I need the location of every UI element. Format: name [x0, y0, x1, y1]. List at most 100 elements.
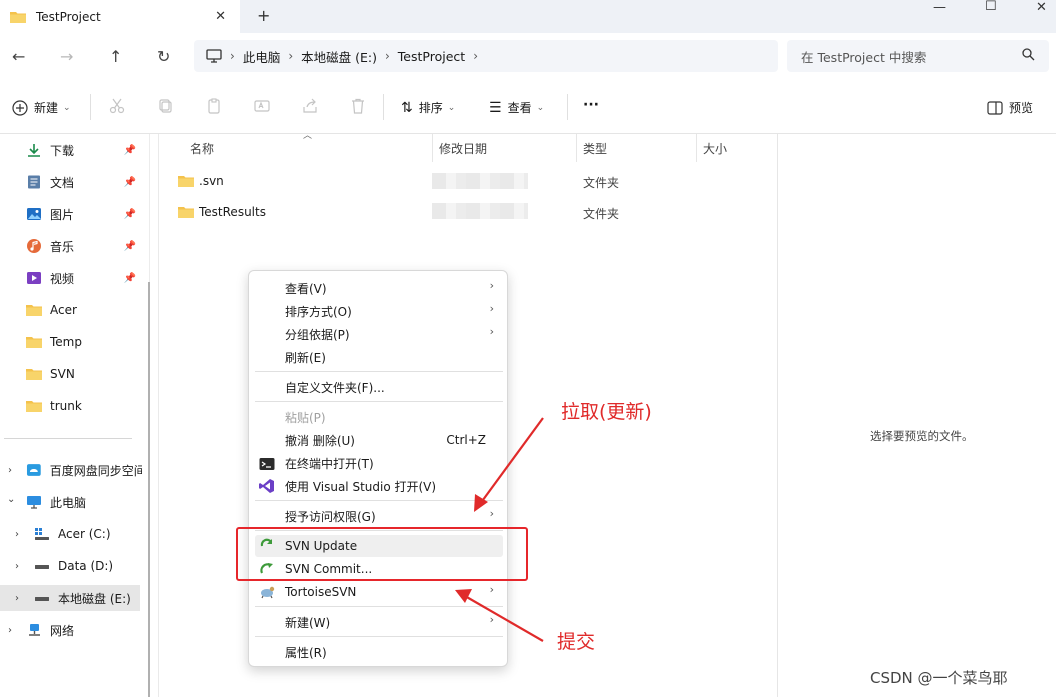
menu-item-refresh[interactable]: 刷新(E) — [285, 348, 326, 366]
sort-button[interactable]: ⇅ 排序 ⌄ — [401, 99, 455, 116]
maximize-icon[interactable]: ☐ — [985, 0, 997, 15]
menu-item-grant-access[interactable]: 授予访问权限(G) — [285, 507, 376, 525]
sidebar-item-downloads[interactable]: 下载 📌 — [0, 137, 142, 163]
column-separator[interactable] — [696, 134, 697, 162]
sidebar-item-drive-d[interactable]: › Data (D:) — [0, 553, 142, 579]
sidebar-item-documents[interactable]: 文档 📌 — [0, 169, 142, 195]
expand-chevron-icon[interactable]: › — [8, 465, 12, 476]
drive-icon — [35, 565, 49, 569]
menu-item-new[interactable]: 新建(W) — [285, 613, 330, 631]
search-placeholder: 在 TestProject 中搜索 — [801, 49, 927, 65]
new-button[interactable]: 新建 ⌄ — [12, 99, 71, 116]
copy-icon[interactable] — [158, 98, 174, 114]
watermark: CSDN @一个菜鸟耶 — [870, 669, 1008, 687]
sidebar-item-label: 下载 — [50, 143, 75, 158]
menu-item-view[interactable]: 查看(V) — [285, 279, 327, 297]
submenu-arrow-icon: › — [489, 613, 494, 626]
share-icon[interactable] — [302, 98, 318, 114]
toolbar-divider — [90, 94, 91, 120]
sidebar-item-trunk[interactable]: trunk — [0, 393, 142, 419]
file-row-testresults[interactable]: TestResults — [178, 199, 266, 225]
new-tab-button[interactable]: + — [257, 6, 270, 25]
expand-chevron-icon[interactable]: › — [15, 529, 19, 540]
preview-pane-button[interactable]: 预览 — [987, 99, 1033, 116]
pin-icon[interactable]: 📌 — [124, 209, 136, 220]
sidebar-item-label: Acer (C:) — [58, 527, 111, 541]
search-input[interactable]: 在 TestProject 中搜索 — [787, 40, 1049, 72]
column-separator[interactable] — [432, 134, 433, 162]
sidebar-item-drive-c[interactable]: › Acer (C:) — [0, 521, 142, 547]
sidebar-item-temp[interactable]: Temp — [0, 329, 142, 355]
menu-divider — [255, 606, 503, 607]
sidebar-item-drive-e[interactable]: › 本地磁盘 (E:) — [0, 585, 140, 611]
expand-chevron-icon[interactable]: › — [8, 625, 12, 636]
tab-testproject[interactable]: TestProject ✕ — [0, 0, 240, 33]
submenu-arrow-icon: › — [489, 583, 494, 596]
annotation-commit: 提交 — [557, 631, 596, 653]
delete-icon[interactable] — [350, 98, 366, 114]
sidebar-item-baidu-sync[interactable]: › 百度网盘同步空间 — [0, 457, 142, 483]
menu-shortcut: Ctrl+Z — [446, 433, 486, 447]
view-button[interactable]: ☰ 查看 ⌄ — [489, 99, 544, 116]
submenu-arrow-icon: › — [489, 325, 494, 338]
submenu-arrow-icon: › — [489, 279, 494, 292]
column-header-name[interactable]: 名称 — [190, 134, 214, 162]
cloud-sync-icon — [26, 464, 41, 476]
close-window-icon[interactable]: ✕ — [1036, 0, 1047, 16]
menu-item-sort-by[interactable]: 排序方式(O) — [285, 302, 352, 320]
annotation-pull: 拉取(更新) — [561, 401, 652, 423]
cut-icon[interactable] — [109, 98, 125, 114]
tab-title: TestProject — [36, 9, 101, 24]
minimize-icon[interactable]: — — [933, 0, 946, 16]
menu-item-open-terminal[interactable]: 在终端中打开(T) — [285, 454, 374, 472]
pin-icon[interactable]: 📌 — [124, 145, 136, 156]
expand-chevron-icon[interactable]: › — [15, 561, 19, 572]
expand-chevron-icon[interactable]: › — [15, 593, 19, 604]
pane-divider — [158, 134, 159, 697]
pin-icon[interactable]: 📌 — [124, 273, 136, 284]
breadcrumb-testproject[interactable]: TestProject — [398, 49, 465, 64]
paste-icon[interactable] — [206, 98, 222, 114]
sidebar-item-pictures[interactable]: 图片 📌 — [0, 201, 142, 227]
collapse-chevron-icon[interactable]: ⌄ — [7, 494, 15, 505]
preview-pane-icon — [987, 100, 1003, 115]
breadcrumb[interactable]: › 此电脑 › 本地磁盘 (E:) › TestProject › — [194, 40, 778, 72]
forward-icon[interactable]: → — [60, 47, 73, 66]
menu-item-properties[interactable]: 属性(R) — [285, 643, 327, 661]
pin-icon[interactable]: 📌 — [124, 241, 136, 252]
pin-icon[interactable]: 📌 — [124, 177, 136, 188]
sidebar-item-label: 图片 — [50, 207, 75, 222]
sidebar-scrollbar[interactable] — [148, 282, 150, 697]
menu-item-group-by[interactable]: 分组依据(P) — [285, 325, 350, 343]
sidebar-item-this-pc[interactable]: ⌄ 此电脑 — [0, 489, 142, 515]
back-icon[interactable]: ← — [12, 47, 25, 66]
breadcrumb-separator: › — [473, 49, 478, 63]
menu-item-customize-folder[interactable]: 自定义文件夹(F)... — [285, 378, 385, 396]
chevron-down-icon: ⌄ — [447, 102, 456, 113]
menu-item-tortoisesvn[interactable]: TortoiseSVN — [285, 583, 356, 601]
sidebar-item-music[interactable]: 音乐 📌 — [0, 233, 142, 259]
column-header-type[interactable]: 类型 — [583, 134, 607, 162]
sidebar-item-videos[interactable]: 视频 📌 — [0, 265, 142, 291]
view-list-icon: ☰ — [489, 99, 502, 116]
column-header-size[interactable]: 大小 — [703, 134, 727, 162]
menu-item-undo-delete[interactable]: 撤消 删除(U) — [285, 431, 355, 449]
file-row-svn[interactable]: .svn — [178, 168, 224, 194]
up-icon[interactable]: ↑ — [109, 47, 122, 66]
sidebar-item-network[interactable]: › 网络 — [0, 617, 142, 643]
column-separator[interactable] — [576, 134, 577, 162]
column-header-modified[interactable]: 修改日期 — [439, 134, 487, 162]
view-button-label: 查看 — [507, 101, 532, 115]
rename-icon[interactable] — [254, 98, 270, 114]
menu-item-open-visual-studio[interactable]: 使用 Visual Studio 打开(V) — [285, 477, 436, 495]
sidebar-item-svn[interactable]: SVN — [0, 361, 142, 387]
breadcrumb-this-pc[interactable]: 此电脑 — [243, 47, 281, 66]
network-icon — [29, 624, 40, 636]
refresh-icon[interactable]: ↻ — [157, 47, 170, 66]
sidebar-item-acer[interactable]: Acer — [0, 297, 142, 323]
windows-drive-icon — [35, 528, 49, 540]
document-icon — [28, 175, 40, 189]
breadcrumb-drive-e[interactable]: 本地磁盘 (E:) — [301, 47, 377, 66]
close-tab-icon[interactable]: ✕ — [215, 9, 226, 24]
more-options-button[interactable]: ··· — [583, 97, 599, 113]
